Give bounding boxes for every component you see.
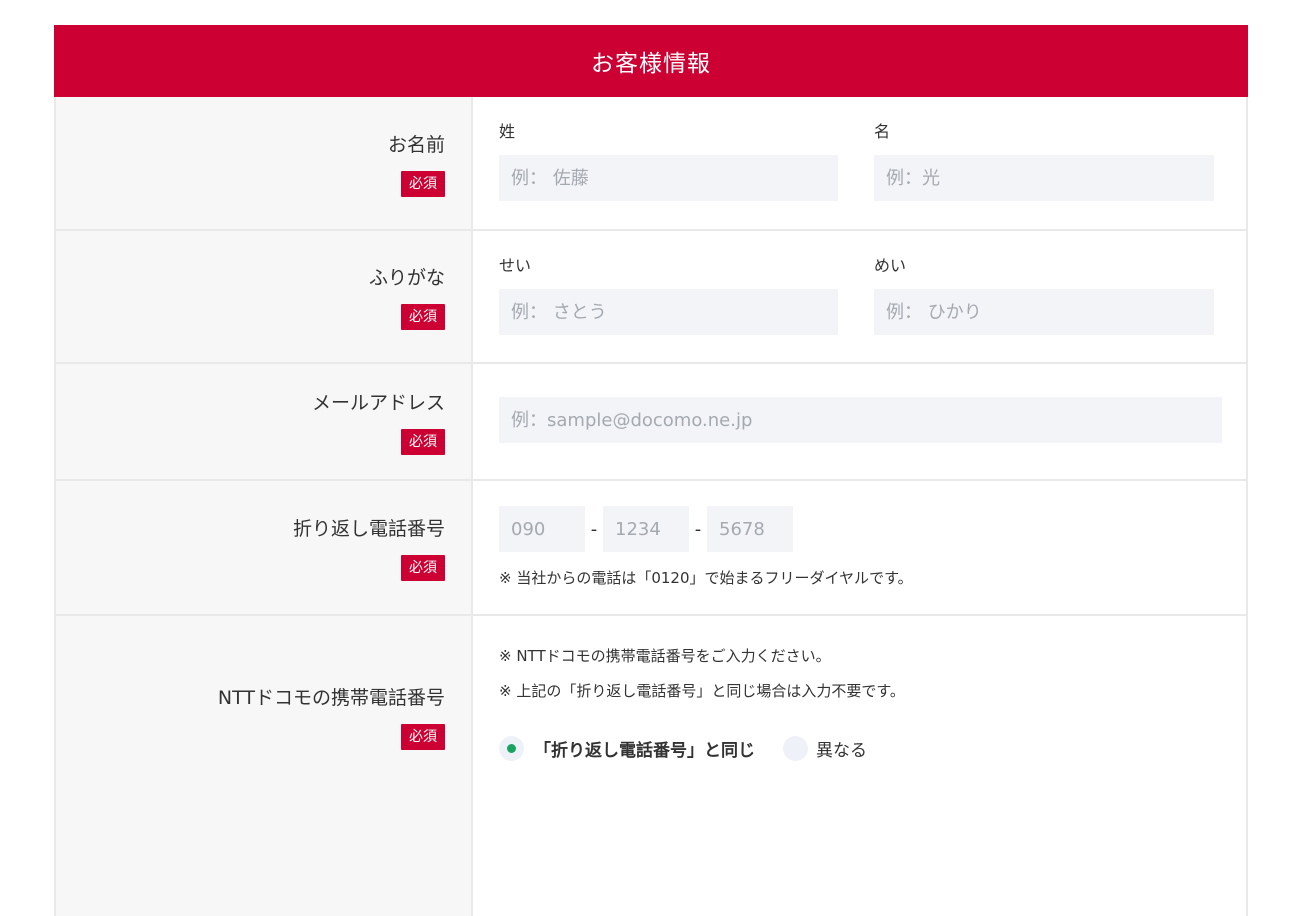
furigana-row-label: ふりがな 必須 xyxy=(56,231,473,362)
docomo-phone-row-label: NTTドコモの携帯電話番号 必須 xyxy=(56,616,473,916)
required-badge: 必須 xyxy=(401,429,445,455)
last-kana-field: せい xyxy=(499,255,838,335)
name-row: お名前 必須 姓 名 xyxy=(56,97,1246,231)
phone-part3-input[interactable] xyxy=(707,506,793,552)
phone-separator: - xyxy=(590,518,598,540)
docomo-phone-row: NTTドコモの携帯電話番号 必須 ※ NTTドコモの携帯電話番号をご入力ください… xyxy=(56,616,1246,916)
callback-phone-row-label: 折り返し電話番号 必須 xyxy=(56,481,473,614)
first-name-input[interactable] xyxy=(874,155,1214,201)
phone-part2-input[interactable] xyxy=(603,506,689,552)
required-badge: 必須 xyxy=(401,724,445,750)
required-badge: 必須 xyxy=(401,170,445,197)
customer-info-form: お客様情報 お名前 必須 姓 名 ふりがな xyxy=(54,25,1248,916)
phone-separator: - xyxy=(694,518,702,540)
docomo-note-1: ※ NTTドコモの携帯電話番号をご入力ください。 xyxy=(499,647,831,665)
first-kana-label: めい xyxy=(874,256,907,275)
callback-phone-row-content: - - ※ 当社からの電話は「0120」で始まるフリーダイヤルです。 xyxy=(473,481,1246,614)
furigana-label: ふりがな xyxy=(368,267,445,289)
radio-same-label[interactable]: 「折り返し電話番号」と同じ xyxy=(534,736,755,761)
form-header: お客様情報 xyxy=(54,25,1248,97)
radio-same[interactable] xyxy=(499,736,524,761)
freedial-note: ※ 当社からの電話は「0120」で始まるフリーダイヤルです。 xyxy=(499,569,913,587)
email-row-content xyxy=(473,364,1246,479)
first-kana-field: めい xyxy=(874,255,1214,335)
name-label: お名前 xyxy=(387,133,445,156)
furigana-row: ふりがな 必須 せい めい xyxy=(56,231,1246,364)
first-name-field: 名 xyxy=(874,121,1214,201)
callback-phone-label: 折り返し電話番号 xyxy=(292,518,445,540)
phone-input-group: - - xyxy=(499,506,793,552)
docomo-note-2: ※ 上記の「折り返し電話番号」と同じ場合は入力不要です。 xyxy=(499,682,905,700)
name-row-content: 姓 名 xyxy=(473,97,1246,229)
email-row-label: メールアドレス 必須 xyxy=(56,364,473,479)
docomo-phone-label: NTTドコモの携帯電話番号 xyxy=(217,687,445,709)
last-name-label: 姓 xyxy=(499,122,516,141)
radio-different-label[interactable]: 異なる xyxy=(816,736,867,761)
docomo-radio-group: 「折り返し電話番号」と同じ 異なる xyxy=(499,736,867,761)
form-title: お客様情報 xyxy=(591,51,711,77)
last-name-input[interactable] xyxy=(499,155,838,201)
phone-part1-input[interactable] xyxy=(499,506,585,552)
email-input[interactable] xyxy=(499,397,1222,443)
required-badge: 必須 xyxy=(401,304,445,330)
last-kana-label: せい xyxy=(499,256,532,275)
email-label: メールアドレス xyxy=(311,392,445,414)
first-name-label: 名 xyxy=(874,122,891,141)
first-kana-input[interactable] xyxy=(874,289,1214,335)
furigana-row-content: せい めい xyxy=(473,231,1246,362)
callback-phone-row: 折り返し電話番号 必須 - - ※ 当社からの電話は「0120」で始まるフリーダ… xyxy=(56,481,1246,616)
radio-selected-dot xyxy=(507,744,516,753)
last-name-field: 姓 xyxy=(499,121,838,201)
email-row: メールアドレス 必須 xyxy=(56,364,1246,481)
required-badge: 必須 xyxy=(401,555,445,581)
radio-different[interactable] xyxy=(783,736,808,761)
docomo-phone-row-content: ※ NTTドコモの携帯電話番号をご入力ください。 ※ 上記の「折り返し電話番号」… xyxy=(473,616,1246,916)
name-row-label: お名前 必須 xyxy=(56,97,473,229)
form-table: お名前 必須 姓 名 ふりがな 必須 せい xyxy=(54,97,1248,916)
last-kana-input[interactable] xyxy=(499,289,838,335)
